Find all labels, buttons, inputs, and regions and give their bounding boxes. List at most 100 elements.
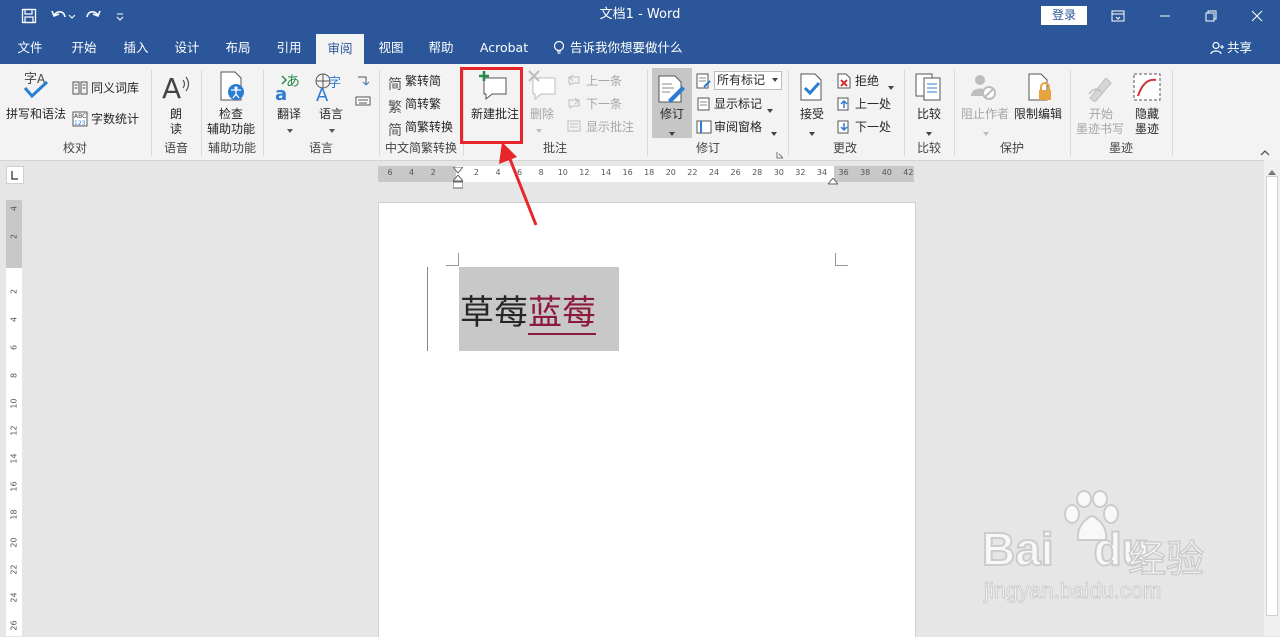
ruler-tick-label: 26: [730, 168, 741, 177]
scroll-thumb[interactable]: [1266, 176, 1278, 616]
accept-button[interactable]: 接受: [800, 106, 824, 122]
text-strawberry[interactable]: 草莓: [460, 293, 528, 333]
ruler-tick-label: 32: [795, 168, 806, 177]
tracking-dialog-launcher-icon[interactable]: [776, 148, 784, 162]
compare-button[interactable]: 比较: [917, 106, 941, 122]
svg-text:123: 123: [74, 120, 86, 127]
tab-selector[interactable]: [6, 166, 24, 184]
document-page[interactable]: 草莓蓝莓: [378, 202, 916, 637]
language-button[interactable]: 语言: [319, 106, 343, 122]
tab-home[interactable]: 开始: [62, 32, 106, 64]
tell-me-box[interactable]: 告诉我你想要做什么: [552, 32, 683, 64]
restore-icon[interactable]: [1201, 6, 1221, 26]
ruler-tick-label: 30: [773, 168, 784, 177]
tab-design[interactable]: 设计: [165, 32, 209, 64]
next-comment-button[interactable]: 下一条: [586, 96, 622, 112]
simp-to-trad-button[interactable]: 简转繁: [405, 96, 441, 112]
show-markup-chevron-icon[interactable]: [767, 102, 773, 116]
ruler-tick-label: 4: [409, 168, 415, 177]
start-inking-label-1[interactable]: 开始: [1089, 106, 1113, 122]
tab-review[interactable]: 审阅: [316, 34, 364, 64]
redo-icon[interactable]: [82, 6, 104, 26]
tab-view[interactable]: 视图: [369, 32, 413, 64]
document-text[interactable]: 草莓蓝莓: [460, 291, 596, 335]
markup-dropdown[interactable]: 所有标记: [714, 71, 782, 90]
language-dropdown-icon[interactable]: [329, 122, 335, 136]
hanging-indent-marker[interactable]: [451, 174, 465, 192]
ribbon-tabs: 文件 开始 插入 设计 布局 引用 审阅 视图 帮助 Acrobat 告诉我你想…: [0, 32, 1280, 64]
next-change-button[interactable]: 下一处: [855, 119, 891, 135]
accept-dropdown-icon[interactable]: [809, 125, 815, 139]
convert-button[interactable]: 简繁转换: [405, 119, 453, 135]
group-label-language: 语言: [308, 141, 333, 155]
horizontal-ruler[interactable]: 6 4 2 2 4 6 8 10 12 14 16 18 20 22 24 26 28 30 32 34 36 38 40 4…: [378, 166, 914, 189]
block-authors-dropdown-icon[interactable]: [983, 125, 989, 139]
previous-comment-button[interactable]: 上一条: [586, 73, 622, 89]
title-bar: 文档1 - Word 登录: [0, 0, 1280, 32]
check-accessibility-label-1[interactable]: 检查: [219, 106, 243, 122]
translate-button[interactable]: 翻译: [277, 106, 301, 122]
trad-to-simp-button[interactable]: 繁转简: [405, 73, 441, 89]
show-markup-button[interactable]: 显示标记: [714, 96, 762, 112]
compare-dropdown-icon[interactable]: [926, 125, 932, 139]
restrict-editing-button[interactable]: 限制编辑: [1014, 106, 1062, 122]
accept-icon: [798, 72, 826, 105]
track-changes-label[interactable]: 修订: [660, 106, 684, 122]
read-aloud-label-1[interactable]: 朗: [170, 106, 182, 122]
word-count-button[interactable]: 字数统计: [91, 111, 139, 127]
review-pane-chevron-icon[interactable]: [771, 125, 777, 139]
track-changes-icon: [656, 74, 688, 107]
share-button[interactable]: 共享: [1210, 32, 1252, 64]
keyboard-icon[interactable]: [355, 95, 371, 110]
group-label-chinese: 中文简繁转换: [384, 141, 457, 155]
group-label-compare: 比较: [916, 141, 941, 155]
next-comment-icon: [567, 97, 581, 112]
delete-dropdown-icon[interactable]: [536, 122, 542, 136]
translate-dropdown-icon[interactable]: [287, 122, 293, 136]
block-authors-button[interactable]: 阻止作者: [961, 106, 1009, 122]
collapse-ribbon-icon[interactable]: [1260, 146, 1270, 160]
reject-dropdown-icon[interactable]: [888, 79, 894, 93]
ribbon-display-icon[interactable]: [1108, 6, 1128, 26]
login-button[interactable]: 登录: [1041, 6, 1087, 25]
minimize-icon[interactable]: [1155, 6, 1175, 26]
customize-qat-icon[interactable]: [112, 6, 128, 26]
review-pane-button[interactable]: 审阅窗格: [714, 119, 762, 135]
read-aloud-label-2[interactable]: 读: [170, 121, 182, 137]
watermark-url: jingyan.baidu.com: [983, 578, 1162, 604]
group-label-proofing: 校对: [62, 141, 87, 155]
thesaurus-button[interactable]: 同义词库: [91, 80, 139, 96]
reject-button[interactable]: 拒绝: [855, 73, 879, 89]
tab-file[interactable]: 文件: [8, 32, 52, 64]
hide-ink-label-2[interactable]: 墨迹: [1135, 121, 1159, 137]
tab-acrobat[interactable]: Acrobat: [474, 32, 534, 64]
text-blueberry-inserted[interactable]: 蓝莓: [528, 293, 596, 335]
crop-mark-top-left: [446, 253, 459, 266]
vertical-scrollbar[interactable]: [1264, 160, 1280, 636]
accessibility-check-icon: [218, 70, 248, 105]
undo-icon[interactable]: [48, 6, 78, 26]
check-accessibility-label-2[interactable]: 辅助功能: [207, 121, 255, 137]
tab-references[interactable]: 引用: [267, 32, 311, 64]
baidu-watermark: Bai du 经验 jingyan.baidu.com: [980, 490, 1240, 610]
hide-ink-label-1[interactable]: 隐藏: [1135, 106, 1159, 122]
right-indent-marker[interactable]: [826, 175, 840, 189]
tab-insert[interactable]: 插入: [114, 32, 158, 64]
show-comments-button[interactable]: 显示批注: [586, 119, 634, 135]
annotation-highlight-box: [460, 67, 523, 144]
tab-help[interactable]: 帮助: [419, 32, 463, 64]
markup-chevron-icon: [772, 78, 778, 82]
close-icon[interactable]: [1247, 6, 1267, 26]
vertical-ruler[interactable]: 4 2 2 4 6 8 10 12 14 16 18 20 22 24 26: [6, 200, 22, 636]
share-label: 共享: [1227, 40, 1253, 55]
start-inking-label-2[interactable]: 墨迹书写: [1076, 121, 1124, 137]
save-icon[interactable]: [18, 6, 40, 26]
watermark-jingyan: 经验: [1127, 536, 1205, 582]
spelling-grammar-button[interactable]: 拼写和语法: [6, 106, 66, 122]
previous-change-button[interactable]: 上一处: [855, 96, 891, 112]
delete-comment-button[interactable]: 删除: [530, 106, 554, 122]
small-language-icon[interactable]: [355, 74, 371, 93]
tab-layout[interactable]: 布局: [216, 32, 260, 64]
track-dropdown-icon[interactable]: [669, 125, 675, 139]
start-inking-icon: [1086, 72, 1116, 105]
